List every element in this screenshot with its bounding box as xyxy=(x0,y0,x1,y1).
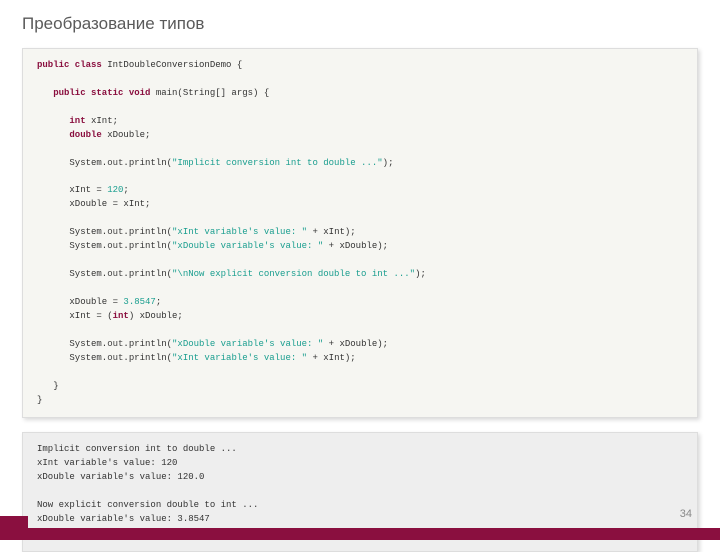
code-text: } xyxy=(53,381,58,391)
code-text: 120 xyxy=(107,185,123,195)
code-text: + xDouble); xyxy=(323,339,388,349)
code-text: System. xyxy=(69,227,107,237)
code-text: xDouble = xInt; xyxy=(69,199,150,209)
code-text: "\nNow explicit conversion double to int… xyxy=(172,269,415,279)
code-text: xDouble = xyxy=(69,297,123,307)
code-text: System. xyxy=(69,353,107,363)
code-text: } xyxy=(37,395,42,405)
code-text: ; xyxy=(123,185,128,195)
footer-bar xyxy=(0,528,720,540)
code-text: + xInt); xyxy=(307,227,356,237)
code-text: ); xyxy=(383,158,394,168)
code-text: xInt; xyxy=(86,116,118,126)
code-text: public static void xyxy=(53,88,150,98)
code-text: .println( xyxy=(123,339,172,349)
code-text: System. xyxy=(69,339,107,349)
code-text: out xyxy=(107,158,123,168)
code-text: IntDoubleConversionDemo { xyxy=(102,60,242,70)
code-text: int xyxy=(69,116,85,126)
code-text: xDouble; xyxy=(102,130,151,140)
code-text: out xyxy=(107,353,123,363)
code-text: int xyxy=(113,311,129,321)
code-text: + xInt); xyxy=(307,353,356,363)
code-text: + xDouble); xyxy=(323,241,388,251)
code-text: "xInt variable's value: " xyxy=(172,353,307,363)
footer-accent xyxy=(0,516,28,540)
code-text: .println( xyxy=(123,241,172,251)
code-text: xInt = xyxy=(69,185,107,195)
code-text: "xInt variable's value: " xyxy=(172,227,307,237)
code-text: main(String[] args) { xyxy=(150,88,269,98)
code-text: System. xyxy=(69,241,107,251)
code-text: System. xyxy=(69,158,107,168)
page-number: 34 xyxy=(680,508,692,520)
code-text: ); xyxy=(415,269,426,279)
code-text: out xyxy=(107,241,123,251)
code-text: 3.8547 xyxy=(123,297,155,307)
code-text: .println( xyxy=(123,353,172,363)
code-text: .println( xyxy=(123,158,172,168)
slide-title: Преобразование типов xyxy=(0,0,720,34)
code-text: "xDouble variable's value: " xyxy=(172,241,323,251)
code-text: ; xyxy=(156,297,161,307)
code-text: public class xyxy=(37,60,102,70)
code-text: "Implicit conversion int to double ..." xyxy=(172,158,383,168)
code-text: out xyxy=(107,269,123,279)
code-text: xInt = ( xyxy=(69,311,112,321)
code-text: .println( xyxy=(123,269,172,279)
code-text: double xyxy=(69,130,101,140)
code-text: out xyxy=(107,227,123,237)
code-block: public class IntDoubleConversionDemo { p… xyxy=(22,48,698,418)
code-text: ) xDouble; xyxy=(129,311,183,321)
code-text: "xDouble variable's value: " xyxy=(172,339,323,349)
code-text: System. xyxy=(69,269,107,279)
code-text: out xyxy=(107,339,123,349)
code-text: .println( xyxy=(123,227,172,237)
